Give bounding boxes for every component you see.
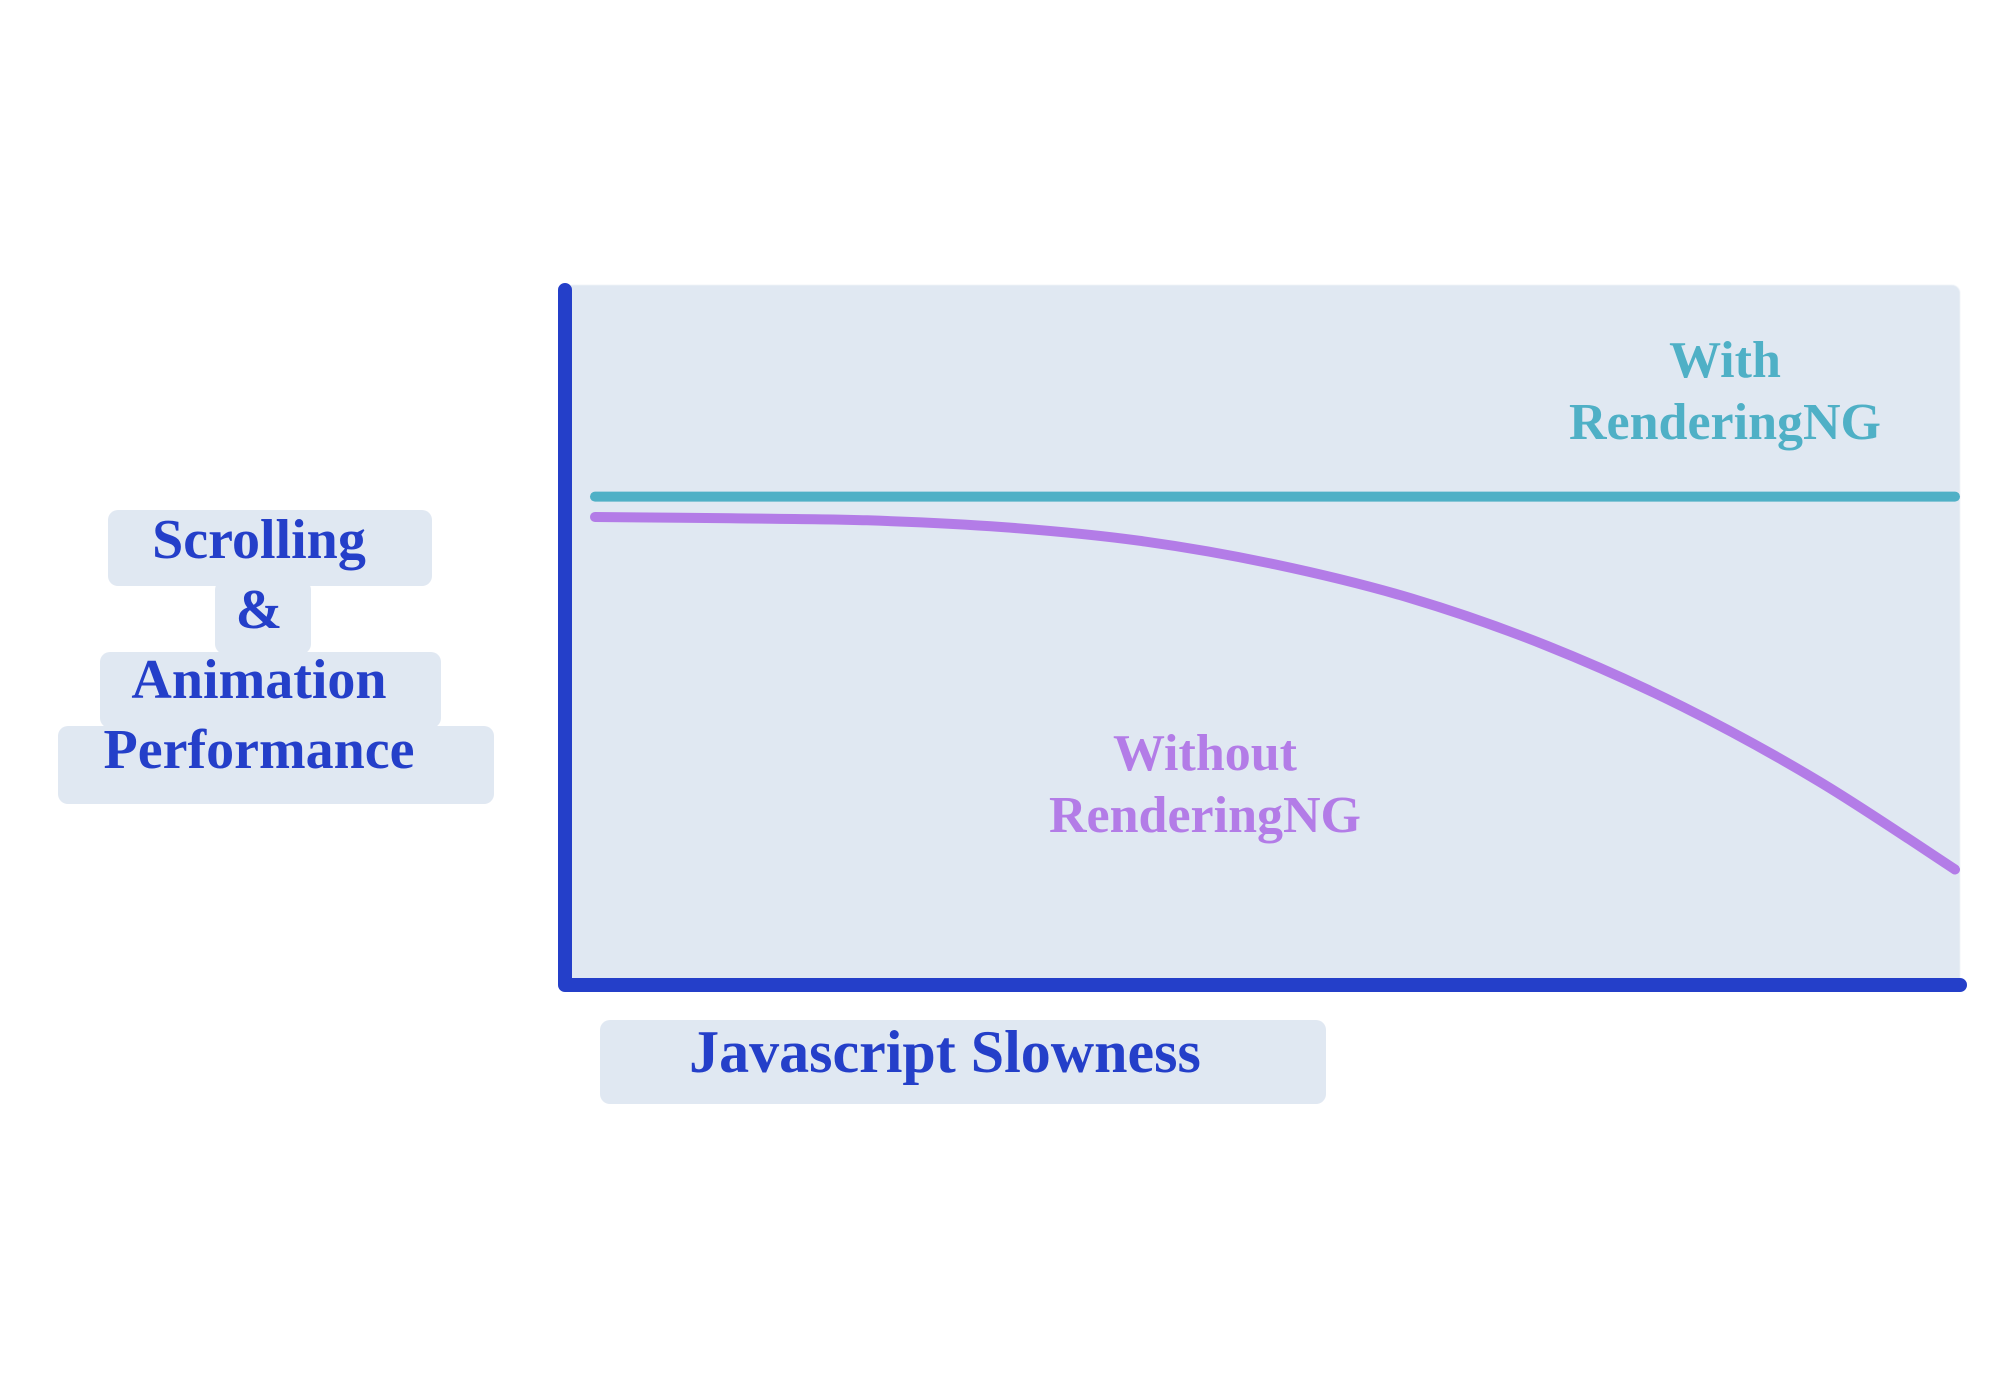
series-lines: [0, 0, 1999, 1397]
line-without-renderingng: [595, 517, 1955, 870]
chart-canvas: Scrolling & Animation Performance Javasc…: [0, 0, 1999, 1397]
